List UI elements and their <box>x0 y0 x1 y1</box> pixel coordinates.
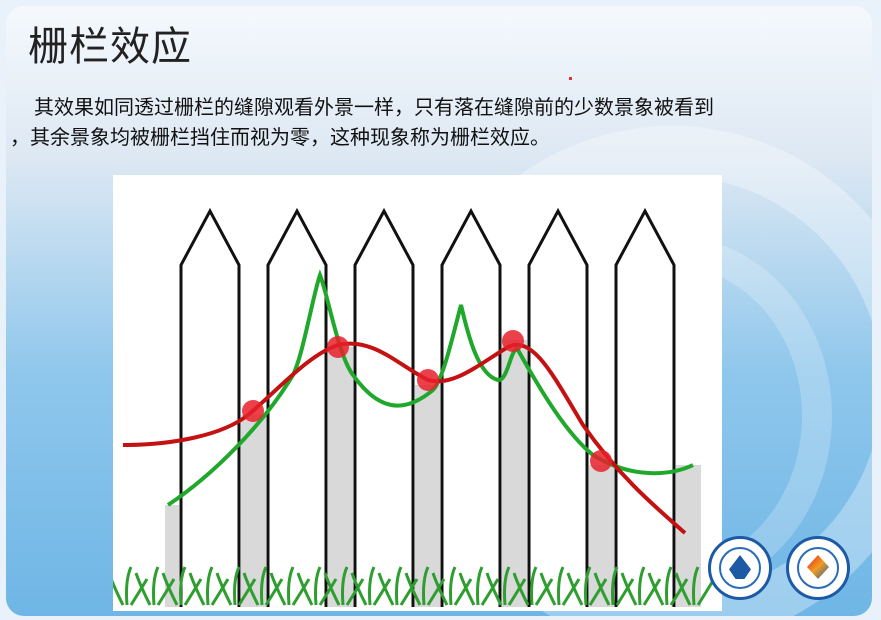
institute-emblem-icon <box>786 536 850 600</box>
sample-point <box>417 369 439 391</box>
sample-point <box>502 330 524 352</box>
fence-picket <box>266 207 328 607</box>
university-emblem-icon <box>708 536 772 600</box>
gap-fill <box>502 340 527 607</box>
fence-picket <box>179 207 241 607</box>
stray-mark <box>569 77 572 80</box>
slide-paragraph: 其效果如同透过栅栏的缝隙观看外景一样，只有落在缝隙前的少数景象被看到 ，其余景象… <box>10 92 862 152</box>
gap-fill <box>328 347 353 607</box>
paragraph-line-2: ，其余景象均被栅栏挡住而视为零，这种现象称为栅栏效应。 <box>10 125 550 149</box>
gap-fill <box>415 385 440 607</box>
sample-point <box>327 336 349 358</box>
fence-picket <box>527 207 589 607</box>
fence-picket <box>353 207 415 607</box>
fence-picket <box>614 207 676 607</box>
picket-fence-diagram <box>113 175 722 611</box>
paragraph-line-1: 其效果如同透过栅栏的缝隙观看外景一样，只有落在缝隙前的少数景象被看到 <box>34 95 714 119</box>
fence-icon <box>113 207 716 607</box>
fence-picket <box>440 207 502 607</box>
slide: 栅栏效应 其效果如同透过栅栏的缝隙观看外景一样，只有落在缝隙前的少数景象被看到 … <box>6 6 872 616</box>
sample-point <box>590 450 612 472</box>
sample-point <box>242 400 264 422</box>
slide-title: 栅栏效应 <box>28 24 192 70</box>
